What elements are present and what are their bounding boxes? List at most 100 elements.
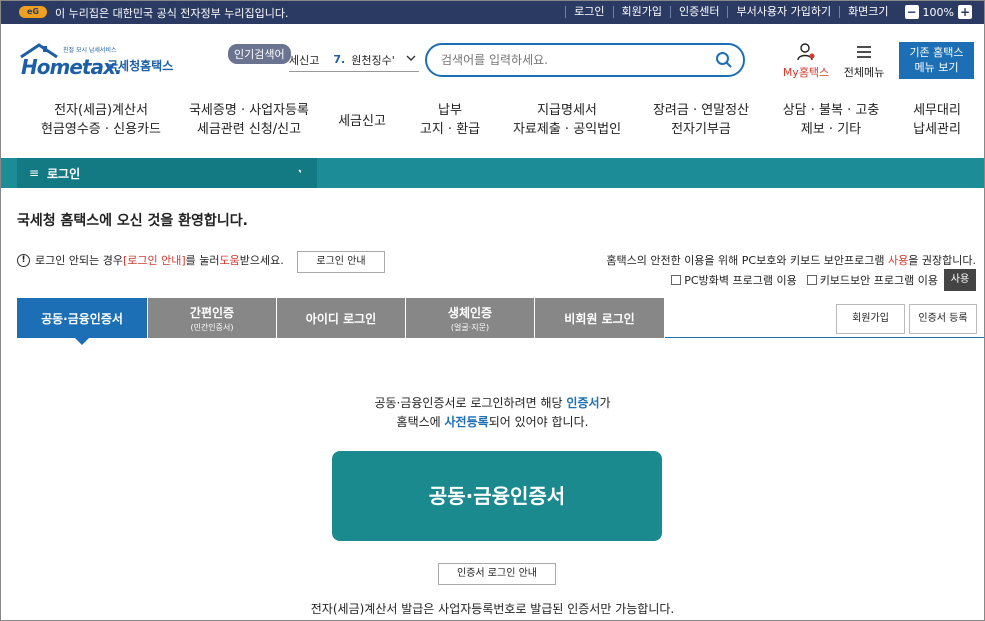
hometax-logo[interactable]: 친절 모시 납세서비스 Hometax. 국세청홈택스 (19, 41, 189, 81)
popular-search-prev: 세신고 (289, 53, 320, 67)
nav-label-line1: 전자(세금)계산서 (54, 103, 148, 118)
einvoice-footnote: 전자(세금)계산서 발급은 사업자등록번호로 발급된 인증서만 가능합니다. (310, 602, 675, 616)
nav-label-line1: 국세증명 · 사업자등록 (188, 103, 310, 118)
top-link-screen-size: 화면크기 (839, 6, 896, 18)
zoom-in-button[interactable]: + (958, 5, 972, 19)
tab-sublabel: (민간인증서) (190, 323, 234, 332)
main-nav: 전자(세금)계산서 현금영수증 · 신용카드 국세증명 · 사업자등록 세금관련… (1, 101, 984, 147)
zoom-level: 100% (922, 5, 954, 19)
nav-item-incentives[interactable]: 장려금 · 연말정산 전자기부금 (641, 101, 761, 139)
cert-login-guide-button[interactable]: 인증서 로그인 안내 (438, 563, 556, 585)
all-menu-label: 전체메뉴 (843, 66, 885, 79)
notice-text: 를 눌러 (185, 254, 220, 267)
notice-text: 로그인 안되는 경우 (35, 254, 123, 267)
active-tab-pointer (75, 338, 89, 345)
tab-sublabel: (얼굴·지문) (450, 323, 490, 332)
cert-description-line1: 공동·금융인증서로 로그인하려면 해당 인증서가 (1, 394, 984, 411)
all-menu-button[interactable]: 전체메뉴 (839, 43, 889, 80)
security-text: 을 권장합니다. (908, 254, 976, 267)
tab-guest-login[interactable]: 비회원 로그인 (535, 298, 665, 338)
signup-button[interactable]: 회원가입 (836, 304, 905, 334)
search-box (425, 43, 745, 77)
tab-id-login[interactable]: 아이디 로그인 (277, 298, 406, 338)
user-icon (797, 43, 815, 61)
notice-text: 받으세요. (239, 254, 284, 267)
chevron-down-icon (406, 55, 416, 61)
logo-name: 국세청홈택스 (107, 59, 174, 73)
nav-label-line1: 세무대리 (913, 103, 961, 118)
login-guide-button[interactable]: 로그인 안내 (297, 251, 385, 273)
warning-icon: ! (17, 253, 30, 267)
keyboard-security-checkbox[interactable] (806, 275, 817, 285)
nav-label-line2: 세금관련 신청/신고 (196, 122, 302, 137)
firewall-option[interactable]: PC방화벽 프로그램 이용 (671, 272, 797, 288)
legacy-menu-button[interactable]: 기존 홈택스 메뉴 보기 (899, 42, 974, 79)
login-tabs: 공동·금융인증서 간편인증 (민간인증서) 아이디 로그인 생체인증 (얼굴·지… (17, 298, 667, 345)
zoom-control: − 100% + (904, 5, 972, 19)
logo-slogan: 친절 모시 납세서비스 (63, 47, 117, 54)
top-link-login[interactable]: 로그인 (565, 6, 612, 18)
keyboard-security-label: 키보드보안 프로그램 이용 (819, 274, 938, 287)
cert-description-line2: 홈택스에 사전등록되어 있어야 합니다. (1, 413, 984, 430)
popular-search-rank: 7. (333, 53, 346, 66)
nav-item-tax-agent[interactable]: 세무대리 납세관리 (899, 101, 975, 139)
nav-item-einvoice[interactable]: 전자(세금)계산서 현금영수증 · 신용카드 (31, 101, 171, 139)
register-cert-button[interactable]: 인증서 등록 (909, 304, 977, 334)
search-input[interactable] (441, 52, 701, 68)
nav-item-consulting[interactable]: 상담 · 불복 · 고충 제보 · 기타 (771, 101, 891, 139)
popular-search-select[interactable]: 세신고 7. 원천징수' (289, 48, 419, 72)
hamburger-icon (857, 46, 871, 58)
desc-text: 가 (599, 396, 611, 410)
my-hometax-button[interactable]: My홈택스 (779, 43, 833, 80)
nav-label-line1: 장려금 · 연말정산 (652, 103, 750, 118)
menu-icon: ≡ (29, 166, 40, 180)
zoom-out-button[interactable]: − (904, 5, 919, 19)
security-options: PC방화벽 프로그램 이용 키보드보안 프로그램 이용 사용 (671, 269, 976, 291)
nav-item-payment-statements[interactable]: 지급명세서 자료제출 · 공익법인 (501, 101, 633, 139)
desc-text: 공동·금융인증서로 로그인하려면 해당 (374, 396, 567, 410)
breadcrumb-current[interactable]: ≡ 로그인 (17, 158, 317, 188)
top-link-dept-user[interactable]: 부서사용자 가입하기 (727, 6, 839, 18)
nav-label-line2: 제보 · 기타 (800, 122, 862, 137)
cert-login-button[interactable]: 공동·금융인증서 (332, 451, 662, 541)
nav-label-line2: 고지 · 환급 (419, 122, 481, 137)
firewall-checkbox[interactable] (671, 275, 682, 285)
keyboard-security-option[interactable]: 키보드보안 프로그램 이용 (806, 272, 938, 288)
firewall-label: PC방화벽 프로그램 이용 (684, 274, 797, 287)
egov-logo-icon: eG (19, 6, 47, 18)
search-icon[interactable] (715, 51, 733, 69)
top-link-signup[interactable]: 회원가입 (612, 6, 670, 18)
breadcrumb-label: 로그인 (47, 167, 81, 181)
my-hometax-label: My홈택스 (782, 66, 830, 79)
nav-label-line2: 현금영수증 · 신용카드 (40, 122, 162, 137)
tab-label: 생체인증 (447, 306, 493, 320)
welcome-title: 국세청 홈택스에 오신 것을 환영합니다. (17, 213, 248, 229)
nav-item-tax-filing[interactable]: 세금신고 (327, 112, 397, 131)
nav-label-line1: 지급명세서 (537, 103, 597, 118)
notice-help: 도움 (219, 254, 240, 267)
gov-bar: eG 이 누리집은 대한민국 공식 전자정부 누리집입니다. 로그인 회원가입 … (1, 1, 984, 24)
nav-label-line2: 자료제출 · 공익법인 (512, 122, 622, 137)
security-text: 홈택스의 안전한 이용을 위해 PC보호와 키보드 보안프로그램 (606, 254, 889, 267)
nav-label-line1: 상담 · 불복 · 고충 (782, 103, 880, 118)
tab-biometric[interactable]: 생체인증 (얼굴·지문) (406, 298, 535, 338)
desc-text: 홈택스에 (396, 415, 445, 429)
tab-divider (665, 337, 984, 338)
gov-notice: 이 누리집은 대한민국 공식 전자정부 누리집입니다. (55, 7, 289, 20)
legacy-menu-line1: 기존 홈택스 (909, 46, 964, 59)
nav-label-line2: 납세관리 (913, 122, 961, 137)
desc-highlight: 인증서 (566, 396, 600, 410)
tab-joint-certificate[interactable]: 공동·금융인증서 (17, 298, 148, 345)
top-link-cert-center[interactable]: 인증센터 (670, 6, 727, 18)
top-links: 로그인 회원가입 인증센터 부서사용자 가입하기 화면크기 − 100% + (565, 5, 972, 19)
breadcrumb-arrow (301, 158, 311, 188)
popular-search-term: 원천징수' (351, 53, 395, 67)
legacy-menu-line2: 메뉴 보기 (914, 61, 959, 74)
nav-item-payment[interactable]: 납부 고지 · 환급 (405, 101, 495, 139)
desc-highlight: 사전등록 (444, 415, 489, 429)
nav-item-certificates[interactable]: 국세증명 · 사업자등록 세금관련 신청/신고 (179, 101, 319, 139)
login-notice: ! 로그인 안되는 경우 [로그인 안내] 를 눌러 도움 받으세요. (17, 252, 284, 268)
nav-label-line1: 납부 (438, 103, 462, 118)
use-button[interactable]: 사용 (944, 269, 976, 291)
tab-simple-auth[interactable]: 간편인증 (민간인증서) (148, 298, 277, 338)
